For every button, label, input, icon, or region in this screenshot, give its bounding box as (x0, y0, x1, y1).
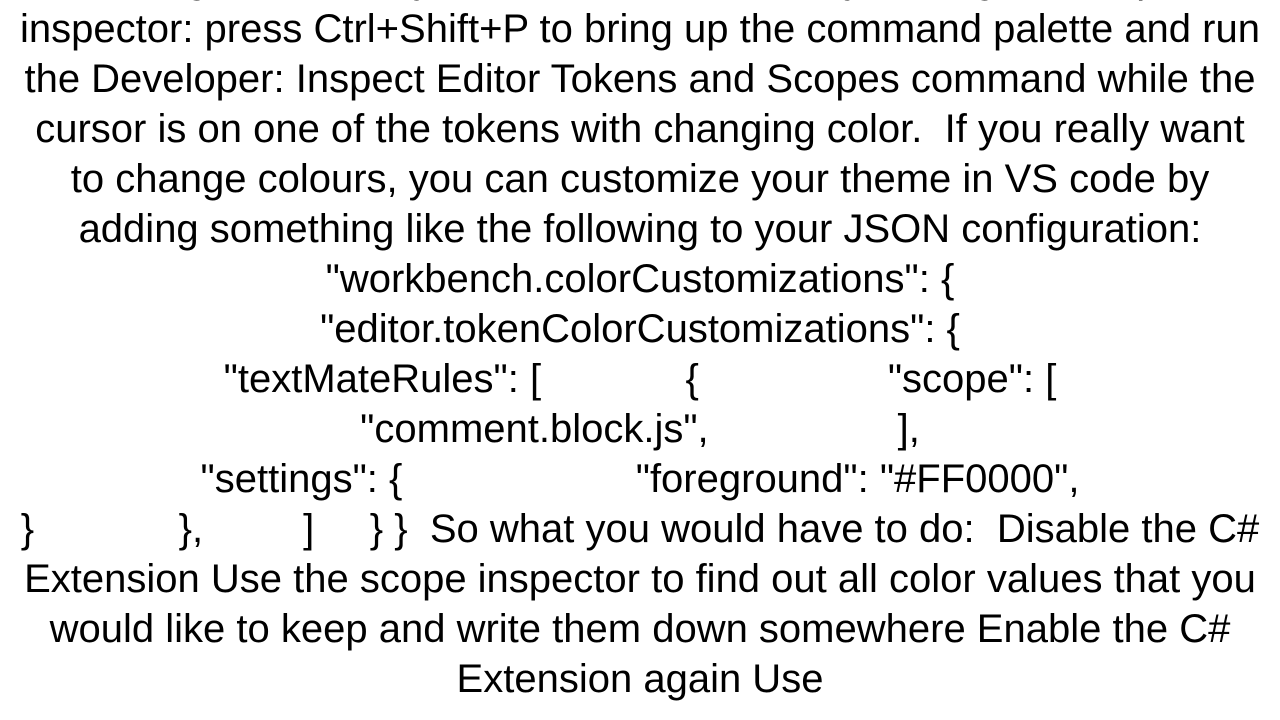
document-body-text: change colors only, that can be done eas… (20, 0, 1260, 704)
document-page: change colors only, that can be done eas… (0, 0, 1280, 720)
